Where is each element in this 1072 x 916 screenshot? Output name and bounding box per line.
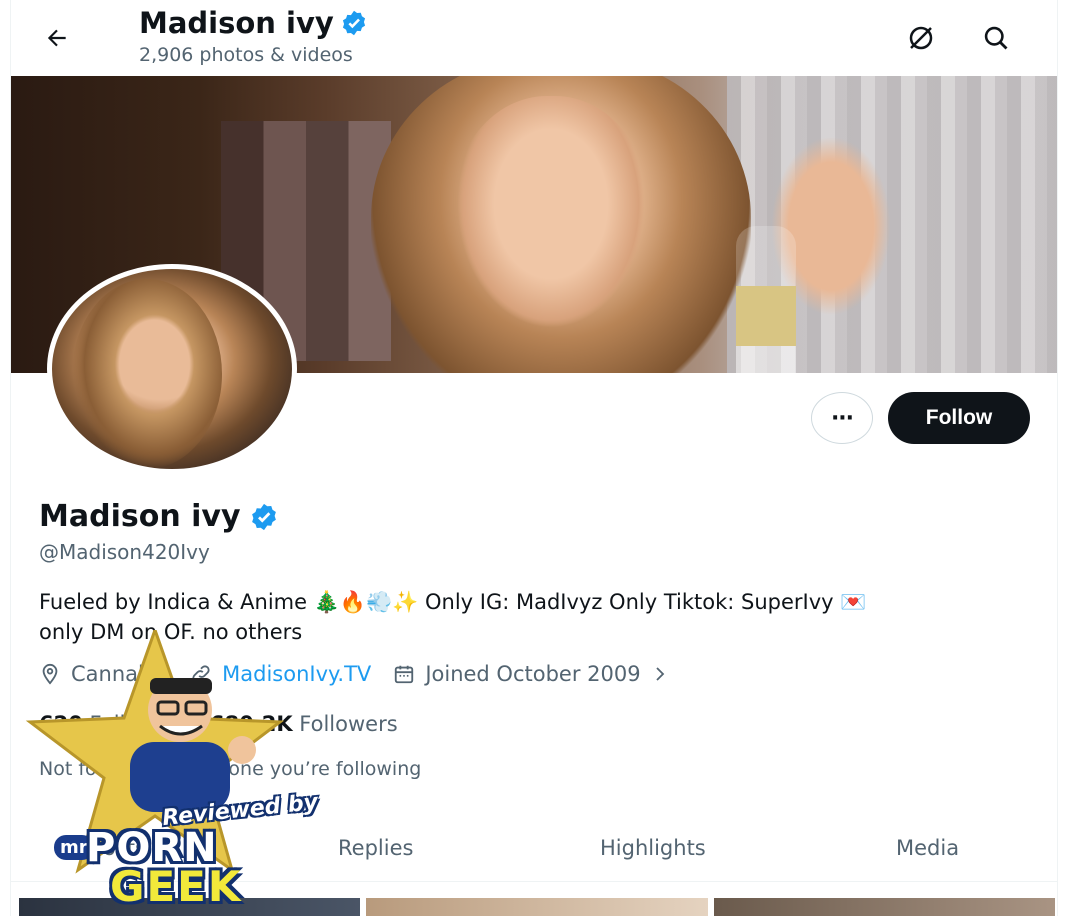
back-arrow-icon (47, 29, 66, 47)
profile-handle: @Madison420Ivy (39, 540, 210, 564)
chevron-right-icon (655, 667, 664, 681)
follow-button[interactable]: Follow (888, 392, 1030, 444)
banner-subject-face (451, 96, 651, 336)
header-title-row: Madison ivy (139, 6, 368, 40)
verified-badge-icon[interactable] (249, 502, 279, 532)
top-header: Madison ivy 2,906 photos & videos (11, 0, 1057, 76)
more-dots-icon: ··· (830, 405, 854, 431)
grok-button[interactable] (901, 18, 941, 58)
media-thumb[interactable] (713, 898, 1055, 916)
tab-media[interactable]: Media (896, 836, 959, 860)
avatar-hair (72, 279, 222, 469)
reviewer-watermark: Reviewed by mr PORN GEEK (10, 630, 319, 911)
profile-name-row: Madison ivy (39, 499, 279, 534)
tab-replies[interactable]: Replies (338, 836, 413, 860)
joined-text: Joined October 2009 (425, 662, 641, 686)
profile-avatar[interactable] (47, 264, 297, 474)
more-options-button[interactable]: ··· (811, 392, 873, 444)
tab-highlights[interactable]: Highlights (600, 836, 706, 860)
calendar-icon (395, 665, 414, 684)
search-button[interactable] (976, 18, 1016, 58)
joined-item[interactable]: Joined October 2009 (393, 662, 668, 686)
bio-line-1: Fueled by Indica & Anime 🎄🔥💨✨ Only IG: M… (39, 590, 867, 614)
followers-label: Followers (299, 712, 398, 736)
grok-icon (909, 26, 933, 50)
verified-badge-icon (342, 10, 365, 36)
watermark-line-3: GEEK (110, 862, 243, 911)
profile-name: Madison ivy (39, 499, 241, 534)
media-thumb[interactable] (366, 898, 708, 916)
back-button[interactable] (37, 18, 77, 58)
banner-champagne-glass (736, 226, 796, 373)
header-title: Madison ivy (139, 6, 334, 40)
search-icon (984, 26, 1008, 50)
header-subtitle: 2,906 photos & videos (139, 44, 353, 66)
